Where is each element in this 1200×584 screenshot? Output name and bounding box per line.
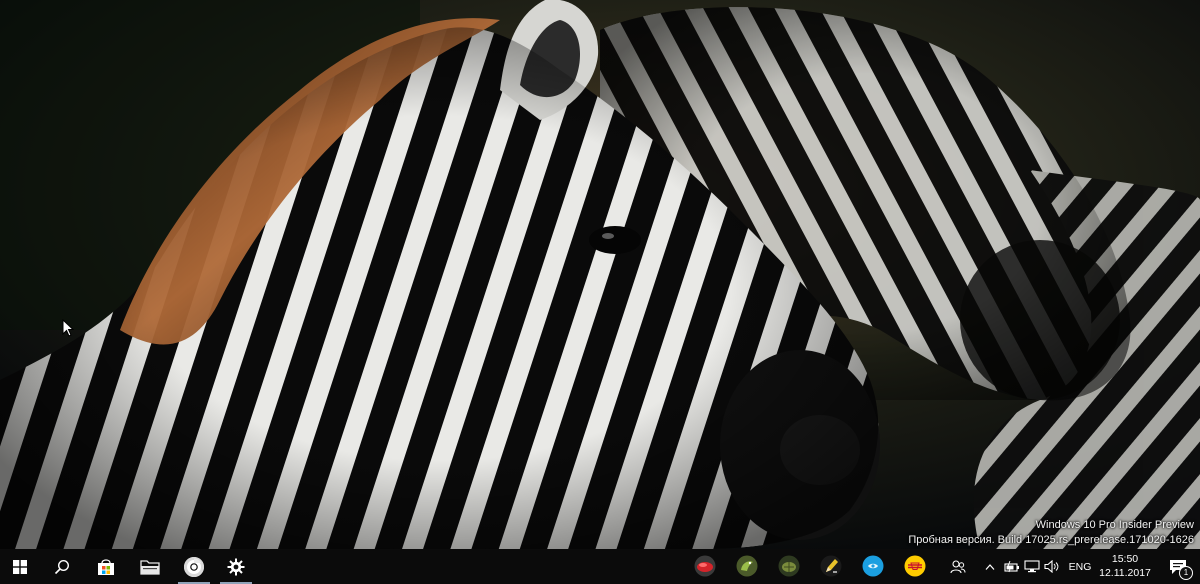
desktop[interactable]: Windows 10 Pro Insider Preview Пробная в… bbox=[0, 0, 1200, 549]
show-hidden-icons-chevron-icon bbox=[985, 563, 995, 570]
watermark-build: Пробная версия. Build 17025.rs_prereleas… bbox=[908, 534, 1194, 546]
people-button[interactable] bbox=[948, 549, 968, 584]
store-button[interactable] bbox=[86, 549, 126, 584]
chrome-button[interactable] bbox=[174, 549, 214, 584]
tray-app-red-car[interactable] bbox=[693, 554, 717, 578]
battery-icon bbox=[1004, 560, 1019, 572]
settings-button[interactable] bbox=[216, 549, 256, 584]
clock-time: 15:50 bbox=[1111, 553, 1139, 565]
red-car-app-icon bbox=[694, 555, 716, 577]
windows-start-icon bbox=[13, 559, 27, 574]
pencil-app-icon bbox=[820, 555, 842, 577]
blue-circle-app-icon bbox=[862, 555, 884, 577]
file-explorer-button[interactable] bbox=[130, 549, 170, 584]
store-icon bbox=[98, 558, 114, 575]
people-icon bbox=[950, 559, 966, 573]
tray-app-pencil[interactable] bbox=[819, 554, 843, 578]
file-explorer-icon bbox=[140, 559, 160, 575]
zebra-wallpaper bbox=[0, 0, 1200, 549]
tray-app-yellow[interactable] bbox=[903, 554, 927, 578]
battery-button[interactable] bbox=[1002, 549, 1022, 584]
show-hidden-icons-button[interactable] bbox=[980, 549, 1000, 584]
input-language-indicator[interactable]: ENG bbox=[1066, 549, 1094, 584]
yellow-app-icon bbox=[904, 555, 926, 577]
notification-count-badge: 1 bbox=[1179, 566, 1193, 580]
green-bird-app-icon bbox=[736, 555, 758, 577]
clock[interactable]: 15:50 12.11.2017 bbox=[1096, 552, 1154, 580]
action-center-button[interactable]: 1 bbox=[1160, 549, 1196, 584]
clock-date: 12.11.2017 bbox=[1099, 567, 1151, 579]
tray-app-blue-circle[interactable] bbox=[861, 554, 885, 578]
tray-app-green-bird[interactable] bbox=[735, 554, 759, 578]
watermark-edition: Windows 10 Pro Insider Preview bbox=[1035, 519, 1194, 531]
windows-build-watermark: Windows 10 Pro Insider Preview Пробная в… bbox=[908, 518, 1194, 548]
taskbar: ENG 15:50 12.11.2017 1 bbox=[0, 549, 1200, 584]
search-icon bbox=[54, 559, 70, 574]
chrome-icon bbox=[184, 556, 204, 577]
search-button[interactable] bbox=[42, 549, 82, 584]
network-icon bbox=[1024, 560, 1040, 573]
volume-button[interactable] bbox=[1042, 549, 1062, 584]
tray-app-turtle[interactable] bbox=[777, 554, 801, 578]
mouse-pointer-icon bbox=[62, 319, 74, 337]
volume-icon bbox=[1044, 560, 1059, 573]
start-button[interactable] bbox=[0, 549, 40, 584]
settings-icon bbox=[227, 558, 245, 575]
turtle-app-icon bbox=[778, 555, 800, 577]
network-button[interactable] bbox=[1022, 549, 1042, 584]
